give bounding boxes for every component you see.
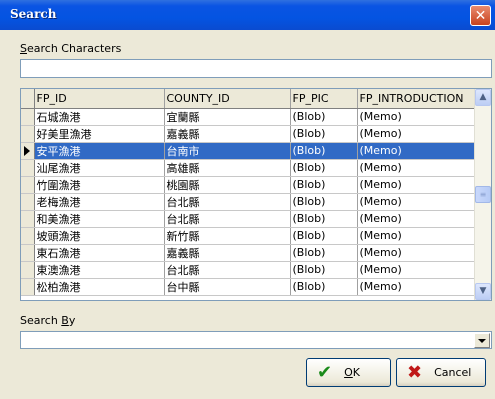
cell-fp-id[interactable]: 松柏漁港 [34,278,165,296]
table-row[interactable]: 老梅漁港 台北縣 (Blob) (Memo) [21,193,475,211]
scroll-down-button[interactable]: ▼ [475,283,491,300]
window-title: Search [10,7,57,21]
cell-fp-pic[interactable]: (Blob) [290,142,358,160]
column-header-fp-pic[interactable]: FP_PIC [290,89,358,109]
row-indicator-header [21,89,35,109]
cell-fp-introduction[interactable]: (Memo) [357,193,475,211]
cell-fp-id[interactable]: 石城漁港 [34,108,165,126]
results-grid[interactable]: FP_ID COUNTY_ID FP_PIC FP_INTRODUCTION 石… [20,88,492,301]
cell-fp-pic[interactable]: (Blob) [290,108,358,126]
table-row[interactable]: 坡頭漁港 新竹縣 (Blob) (Memo) [21,227,475,245]
row-indicator [21,210,35,228]
cell-fp-id[interactable]: 坡頭漁港 [34,227,165,245]
chevron-down-icon [478,338,486,343]
cell-county-id[interactable]: 台南市 [164,142,291,160]
table-row[interactable]: 好美里漁港 嘉義縣 (Blob) (Memo) [21,125,475,143]
table-row[interactable]: 安平漁港 台南市 (Blob) (Memo) [21,142,475,160]
cell-fp-introduction[interactable]: (Memo) [357,176,475,194]
table-row[interactable]: 石城漁港 宜蘭縣 (Blob) (Memo) [21,108,475,126]
close-icon: ✕ [474,7,487,24]
column-header-county-id[interactable]: COUNTY_ID [164,89,291,109]
grip-icon: ≡ [479,189,487,199]
cell-fp-pic[interactable]: (Blob) [290,159,358,177]
search-by-select[interactable] [20,331,492,349]
cell-county-id[interactable]: 台北縣 [164,210,291,228]
cell-fp-pic[interactable]: (Blob) [290,125,358,143]
cell-fp-id[interactable]: 東石漁港 [34,244,165,262]
row-indicator [21,176,35,194]
cell-fp-id[interactable]: 竹圍漁港 [34,176,165,194]
row-indicator [21,261,35,279]
ok-button-label: OK [344,366,360,379]
cell-fp-introduction[interactable]: (Memo) [357,227,475,245]
cell-county-id[interactable]: 台北縣 [164,261,291,279]
row-indicator [21,142,35,160]
dropdown-button[interactable] [474,333,490,348]
cancel-button[interactable]: ✖ Cancel [396,358,486,387]
chevron-up-icon: ▲ [479,92,487,102]
cell-fp-pic[interactable]: (Blob) [290,193,358,211]
cell-county-id[interactable]: 嘉義縣 [164,244,291,262]
cell-fp-introduction[interactable]: (Memo) [357,278,475,296]
cancel-button-label: Cancel [434,366,472,379]
cell-fp-introduction[interactable]: (Memo) [357,261,475,279]
column-header-fp-id[interactable]: FP_ID [34,89,165,109]
row-indicator [21,278,35,296]
check-icon: ✔ [317,361,333,383]
cell-fp-introduction[interactable]: (Memo) [357,108,475,126]
row-indicator [21,227,35,245]
cell-fp-introduction[interactable]: (Memo) [357,244,475,262]
header-row: FP_ID COUNTY_ID FP_PIC FP_INTRODUCTION [21,89,475,109]
results-table: FP_ID COUNTY_ID FP_PIC FP_INTRODUCTION 石… [21,89,475,296]
table-row[interactable]: 東澳漁港 台北縣 (Blob) (Memo) [21,261,475,279]
scroll-thumb[interactable]: ≡ [475,186,491,203]
ok-button[interactable]: ✔ OK [306,358,391,387]
cell-fp-introduction[interactable]: (Memo) [357,125,475,143]
row-indicator [21,159,35,177]
cell-county-id[interactable]: 嘉義縣 [164,125,291,143]
cell-county-id[interactable]: 台北縣 [164,193,291,211]
search-characters-input[interactable] [20,59,492,78]
search-characters-label: Search Characters [20,42,122,55]
cell-fp-id[interactable]: 安平漁港 [34,142,165,160]
scroll-up-button[interactable]: ▲ [475,89,491,106]
column-header-fp-introduction[interactable]: FP_INTRODUCTION [357,89,475,109]
table-row[interactable]: 汕尾漁港 高雄縣 (Blob) (Memo) [21,159,475,177]
x-icon: ✖ [407,361,423,383]
cell-fp-introduction[interactable]: (Memo) [357,210,475,228]
cell-county-id[interactable]: 高雄縣 [164,159,291,177]
cell-fp-introduction[interactable]: (Memo) [357,159,475,177]
cell-county-id[interactable]: 宜蘭縣 [164,108,291,126]
cell-fp-id[interactable]: 東澳漁港 [34,261,165,279]
cell-fp-pic[interactable]: (Blob) [290,244,358,262]
row-indicator [21,193,35,211]
table-row[interactable]: 竹圍漁港 桃園縣 (Blob) (Memo) [21,176,475,194]
cell-fp-introduction[interactable]: (Memo) [357,142,475,160]
cell-county-id[interactable]: 新竹縣 [164,227,291,245]
row-indicator [21,125,35,143]
chevron-down-icon: ▼ [479,286,487,296]
current-row-arrow-icon [24,145,30,156]
title-bar: Search ✕ [0,0,495,30]
cell-fp-pic[interactable]: (Blob) [290,176,358,194]
cell-county-id[interactable]: 桃園縣 [164,176,291,194]
cell-fp-id[interactable]: 老梅漁港 [34,193,165,211]
row-indicator [21,244,35,262]
vertical-scrollbar[interactable]: ▲ ≡ ▼ [474,89,491,300]
table-row[interactable]: 和美漁港 台北縣 (Blob) (Memo) [21,210,475,228]
close-button[interactable]: ✕ [470,5,491,26]
search-by-label: Search By [20,314,76,327]
table-row[interactable]: 東石漁港 嘉義縣 (Blob) (Memo) [21,244,475,262]
cell-fp-id[interactable]: 和美漁港 [34,210,165,228]
cell-fp-id[interactable]: 好美里漁港 [34,125,165,143]
row-indicator [21,108,35,126]
cell-fp-pic[interactable]: (Blob) [290,261,358,279]
cell-fp-id[interactable]: 汕尾漁港 [34,159,165,177]
cell-fp-pic[interactable]: (Blob) [290,278,358,296]
table-row[interactable]: 松柏漁港 台中縣 (Blob) (Memo) [21,278,475,296]
cell-county-id[interactable]: 台中縣 [164,278,291,296]
cell-fp-pic[interactable]: (Blob) [290,227,358,245]
cell-fp-pic[interactable]: (Blob) [290,210,358,228]
